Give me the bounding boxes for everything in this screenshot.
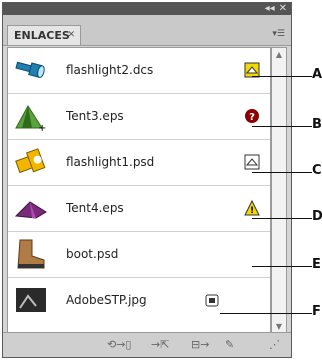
- relink-icon[interactable]: ⟲→▯: [107, 338, 132, 351]
- panel-title-bar: ◂◂ ✕: [3, 3, 291, 15]
- collapse-button[interactable]: ◂◂: [265, 3, 275, 15]
- link-name: Tent3.eps: [66, 109, 124, 123]
- link-row[interactable]: Tent4.eps !: [8, 186, 270, 232]
- callout-a: A: [312, 67, 322, 82]
- callout-leader: [252, 76, 312, 77]
- link-name: AdobeSTP.jpg: [66, 293, 147, 307]
- link-name: flashlight2.dcs: [66, 63, 154, 77]
- link-row[interactable]: AdobeSTP.jpg: [8, 278, 270, 324]
- callout-e: E: [312, 257, 321, 272]
- warning-icon: !: [244, 199, 260, 216]
- callout-leader: [252, 266, 312, 267]
- svg-text:?: ?: [249, 112, 255, 123]
- close-button[interactable]: ✕: [279, 3, 287, 15]
- links-list: flashlight2.dcs + Tent3.eps ? flashlight…: [7, 47, 271, 335]
- resize-grip-icon[interactable]: ⋰: [269, 338, 280, 351]
- edit-original-icon[interactable]: ✎: [225, 338, 234, 351]
- tent-icon: +: [14, 100, 48, 134]
- flashlight-icon: [14, 146, 48, 178]
- modified-icon: [244, 154, 260, 170]
- link-name: flashlight1.psd: [66, 155, 155, 169]
- missing-icon: ?: [244, 108, 260, 124]
- callout-leader: [252, 218, 312, 219]
- tab-label: ENLACES: [14, 29, 70, 42]
- panel-footer: ⟲→▯ →⇱ ⊟→ ✎ ⋰: [3, 332, 291, 357]
- callout-leader: [252, 126, 312, 127]
- scroll-up-icon[interactable]: ▲: [272, 48, 286, 62]
- tent-icon: [14, 192, 48, 224]
- callout-b: B: [312, 117, 322, 132]
- update-link-icon[interactable]: ⊟→: [191, 338, 209, 351]
- callout-f: F: [312, 304, 321, 319]
- boot-icon: [14, 238, 48, 270]
- callout-leader: [220, 313, 312, 314]
- links-panel: ◂◂ ✕ ENLACES ✕ ▾☰ flashlight2.dcs + Tent…: [2, 2, 292, 358]
- link-row[interactable]: + Tent3.eps ?: [8, 94, 270, 140]
- image-icon: [14, 284, 48, 316]
- panel-menu-button[interactable]: ▾☰: [272, 29, 285, 39]
- vertical-scrollbar[interactable]: ▲ ▼: [271, 47, 287, 335]
- embedded-icon: [204, 292, 220, 308]
- link-name: Tent4.eps: [66, 201, 124, 215]
- link-row[interactable]: boot.psd: [8, 232, 270, 278]
- goto-link-icon[interactable]: →⇱: [151, 338, 169, 351]
- callout-d: D: [312, 209, 322, 224]
- link-name: boot.psd: [66, 247, 119, 261]
- tab-links[interactable]: ENLACES ✕: [7, 25, 81, 45]
- svg-text:!: !: [250, 206, 254, 216]
- flashlight-icon: [14, 54, 48, 86]
- callout-c: C: [312, 163, 322, 178]
- callout-leader: [252, 172, 312, 173]
- svg-text:+: +: [38, 123, 46, 132]
- tab-close-icon[interactable]: ✕: [67, 26, 75, 45]
- link-row[interactable]: flashlight2.dcs: [8, 48, 270, 94]
- link-row[interactable]: flashlight1.psd: [8, 140, 270, 186]
- tab-row: ENLACES ✕ ▾☰: [3, 15, 291, 46]
